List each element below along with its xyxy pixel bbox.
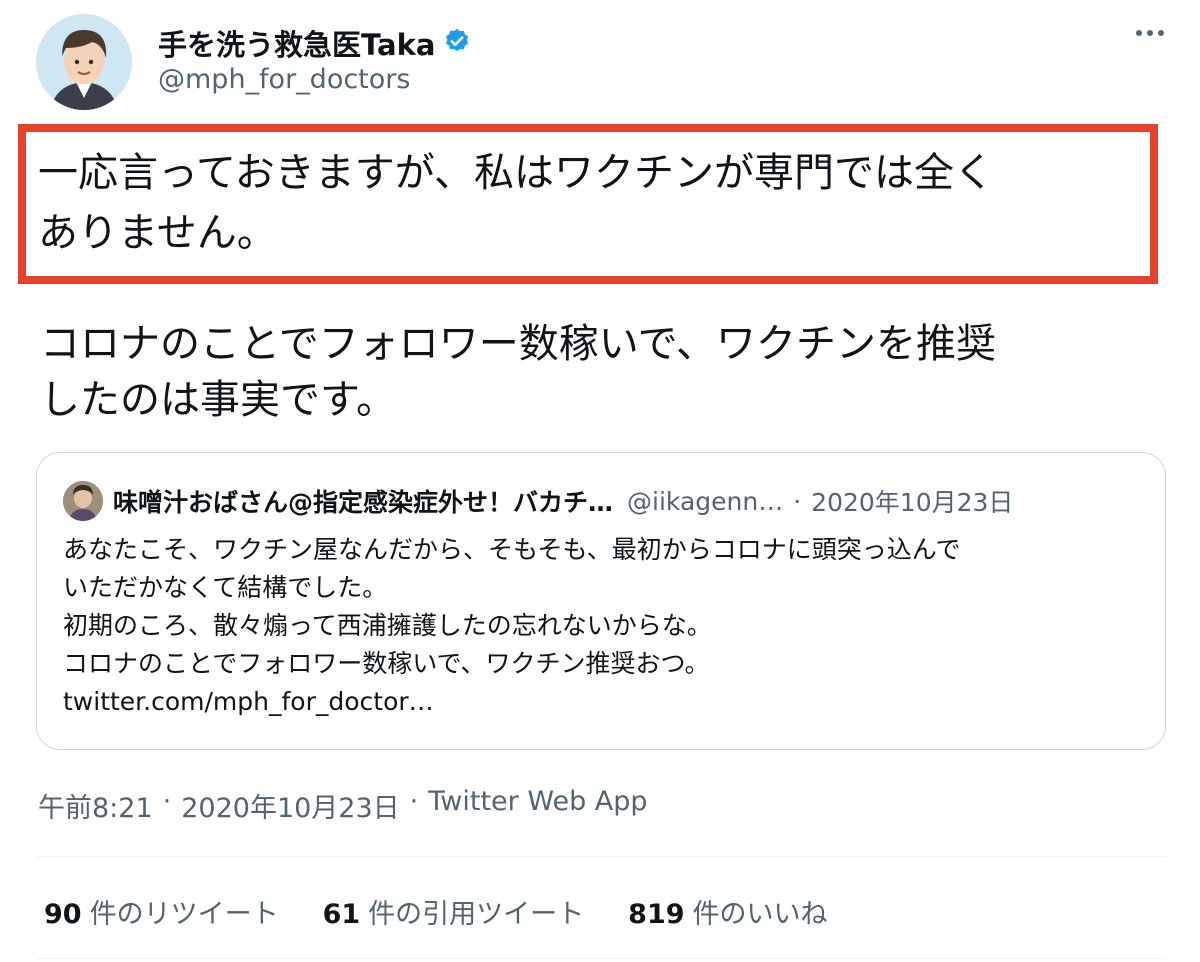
quoted-author-handle: @iikagenn… [627, 486, 784, 516]
tweet-highlight-line-2: ありません。 [38, 210, 277, 256]
divider [36, 856, 1166, 857]
tweet-body-line-2: したのは事実です。 [40, 377, 396, 423]
quotes-count: 61 [322, 899, 361, 930]
quoted-text-line: あなたこそ、ワクチン屋なんだから、そもそも、最初からコロナに頭突っ込んで [63, 535, 961, 564]
quoted-text-line: コロナのことでフォロワー数稼いで、ワクチン推奨おつ。 [63, 649, 710, 678]
likes-stat[interactable]: 819 件のいいね [628, 892, 827, 931]
tweet-source[interactable]: Twitter Web App [428, 786, 647, 825]
quoted-tweet-body: あなたこそ、ワクチン屋なんだから、そもそも、最初からコロナに頭突っ込んで いただ… [63, 531, 1153, 721]
author-handle[interactable]: @mph_for_doctors [158, 64, 410, 95]
tweet-highlighted-text: 一応言っておきますが、私はワクチンが専門では全く ありません。 [38, 143, 1148, 263]
author-display-name[interactable]: 手を洗う救急医Taka [158, 22, 435, 64]
quotes-stat[interactable]: 61 件の引用ツイート [323, 892, 585, 931]
divider [36, 958, 1166, 959]
tweet-body-line-1: コロナのことでフォロワー数稼いで、ワクチンを推奨 [40, 321, 996, 367]
meta-separator: · [409, 786, 419, 817]
author-avatar[interactable] [36, 14, 132, 110]
quoted-text-line: 初期のころ、散々煽って西浦擁護したの忘れないからな。 [63, 611, 712, 640]
verified-badge-icon [443, 27, 471, 59]
tweet-body-text: コロナのことでフォロワー数稼いで、ワクチンを推奨 したのは事実です。 [40, 316, 1150, 428]
quoted-author-avatar [63, 481, 103, 521]
quotes-label: 件の引用ツイート [368, 899, 585, 930]
tweet: 手を洗う救急医Taka @mph_for_doctors 一応言っておきますが、… [0, 0, 1200, 962]
quoted-separator: · [793, 486, 802, 516]
quoted-text-line: いただかなくて結構でした。 [63, 573, 388, 602]
tweet-highlight-line-1: 一応言っておきますが、私はワクチンが専門では全く [38, 150, 994, 196]
quoted-link[interactable]: twitter.com/mph_for_doctor… [63, 683, 1153, 721]
tweet-time[interactable]: 午前8:21 [38, 786, 153, 825]
quoted-date: 2020年10月23日 [811, 488, 1014, 517]
author-name-row[interactable]: 手を洗う救急医Taka [158, 22, 471, 64]
meta-separator: · [162, 786, 172, 817]
likes-label: 件のいいね [692, 899, 828, 930]
retweets-count: 90 [44, 899, 82, 930]
quoted-tweet-card[interactable]: 味噌汁おばさん@指定感染症外せ！バカチ… @iikagenn… · 2020年1… [36, 452, 1166, 750]
retweets-label: 件のリツイート [89, 899, 279, 930]
likes-count: 819 [628, 899, 685, 930]
tweet-date[interactable]: 2020年10月23日 [181, 786, 399, 825]
tweet-meta: 午前8:21 · 2020年10月23日 · Twitter Web App [38, 786, 648, 825]
quoted-tweet-header: 味噌汁おばさん@指定感染症外せ！バカチ… @iikagenn… · 2020年1… [63, 481, 1013, 521]
retweets-stat[interactable]: 90 件のリツイート [44, 892, 279, 931]
quoted-author-name: 味噌汁おばさん@指定感染症外せ！バカチ… [113, 488, 614, 517]
tweet-stats: 90 件のリツイート 61 件の引用ツイート 819 件のいいね [44, 892, 828, 931]
more-options-icon[interactable] [1136, 30, 1164, 36]
